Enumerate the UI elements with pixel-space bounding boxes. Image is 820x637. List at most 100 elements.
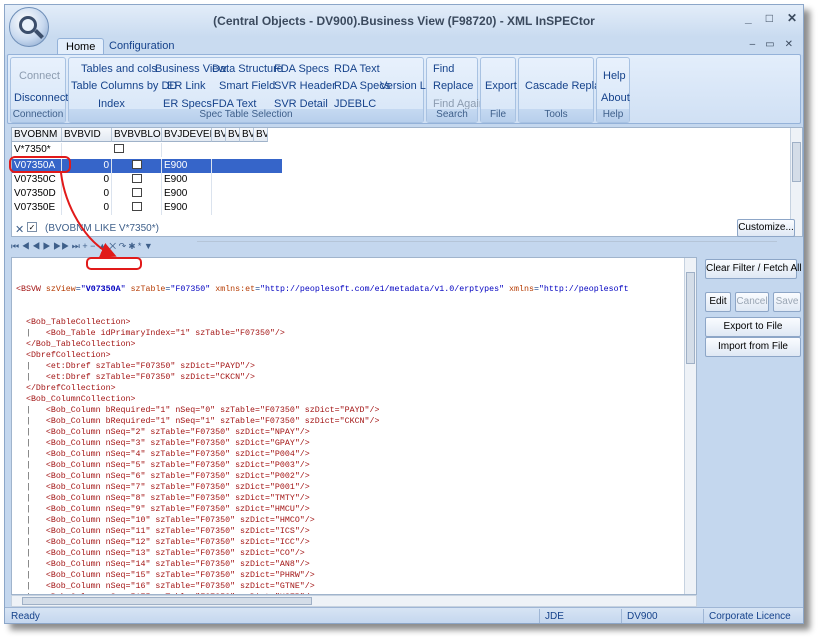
xml-line: | <Bob_Column nSeq="16" szTable="F07350"… — [16, 582, 315, 591]
tab-home[interactable]: Home — [57, 38, 105, 55]
group-label-file: File — [481, 109, 515, 122]
record-navigator: ⏮ ◀ ◀ ▶ ▶▶ ⏭ + − ▲ ✕ ↷ ✱ * ▼ — [11, 241, 791, 253]
connect-button[interactable]: Connect — [19, 70, 60, 82]
find-button[interactable]: Find — [433, 63, 454, 75]
scroll-thumb[interactable] — [792, 142, 801, 182]
ribbon: Connect Disconnect Connection Tables and… — [7, 54, 801, 124]
column-header[interactable]: BVJDEVERS — [162, 128, 212, 142]
navigator-scroll[interactable] — [197, 241, 777, 250]
title-bar: (Central Objects - DV900).Business View … — [5, 5, 803, 37]
edit-button[interactable]: Edit — [705, 292, 731, 312]
xml-line: | <Bob_Column nSeq="7" szTable="F07350" … — [16, 483, 310, 492]
xml-line: <Bob_TableCollection> — [25, 318, 131, 327]
xml-line: | <Bob_Column nSeq="2" szTable="F07350" … — [16, 428, 310, 437]
xml-horizontal-scrollbar[interactable] — [11, 595, 697, 607]
group-help: Help About Help — [596, 57, 630, 123]
xml-viewer[interactable]: <BSVW szView="V07350A" szTable="F07350" … — [11, 257, 697, 595]
filter-bar: ✕ ✓ (BVOBNM LIKE V*7350*) Customize... — [11, 219, 795, 243]
data-structure-button[interactable]: Data Structure — [212, 63, 283, 75]
table-row[interactable]: V07350E 0 E900 — [12, 201, 282, 215]
xml-line: | <et:Dbref szTable="F07350" szDict="CKC… — [16, 373, 255, 382]
mdi-controls: – ▭ ✕ — [750, 39, 793, 50]
clear-filter-icon[interactable]: ✕ — [15, 223, 24, 236]
import-from-file-button[interactable]: Import from File — [705, 337, 801, 357]
customize-button[interactable]: Customize... — [737, 219, 795, 237]
xml-line: | <Bob_Column nSeq="3" szTable="F07350" … — [16, 439, 310, 448]
close-button[interactable]: ✕ — [787, 11, 797, 25]
xml-vertical-scrollbar[interactable] — [684, 258, 696, 594]
mdi-minimize-button[interactable]: – — [750, 39, 756, 50]
xml-line: | <Bob_Column nSeq="14" szTable="F07350"… — [16, 560, 310, 569]
column-header[interactable]: BVOBNM — [12, 128, 62, 142]
filter-expression: (BVOBNM LIKE V*7350*) — [45, 223, 159, 234]
group-label-connection: Connection — [11, 109, 65, 122]
er-link-button[interactable]: ER Link — [167, 80, 206, 92]
filter-cell[interactable]: V*7350* — [12, 143, 62, 157]
blob-icon — [131, 188, 142, 197]
replace-button[interactable]: Replace — [433, 80, 473, 92]
xml-line: | <Bob_Column nSeq="13" szTable="F07350"… — [16, 549, 305, 558]
clear-filter-fetch-all-button[interactable]: Clear Filter / Fetch All — [705, 259, 802, 279]
cell-bvbvid: 0 — [62, 201, 112, 215]
cancel-button[interactable]: Cancel — [735, 292, 769, 312]
cell-bvjdevers: E900 — [162, 173, 212, 187]
column-header[interactable]: BVF — [212, 128, 226, 142]
blob-icon — [131, 160, 142, 169]
table-columns-by-dd-button[interactable]: Table Columns by DD — [71, 80, 177, 92]
xml-line: | <Bob_Column nSeq="4" szTable="F07350" … — [16, 450, 310, 459]
tables-and-cols-button[interactable]: Tables and cols — [81, 63, 157, 75]
group-search: Find Replace Find Again Search — [426, 57, 485, 123]
group-spec-table-selection: Tables and cols Table Columns by DD Inde… — [68, 57, 437, 123]
svr-header-button[interactable]: SVR Header — [274, 80, 336, 92]
filter-checkbox[interactable]: ✓ — [27, 222, 37, 232]
column-header[interactable]: BVF — [240, 128, 254, 142]
navigator-buttons[interactable]: ⏮ ◀ ◀ ▶ ▶▶ ⏭ + − ▲ ✕ ↷ ✱ * ▼ — [11, 241, 153, 251]
tab-configuration[interactable]: Configuration — [101, 38, 182, 55]
column-header[interactable]: BVF — [226, 128, 240, 142]
export-to-file-button[interactable]: Export to File — [705, 317, 801, 337]
xml-line: | <Bob_Column nSeq="12" szTable="F07350"… — [16, 538, 310, 547]
fda-specs-button[interactable]: FDA Specs — [274, 63, 329, 75]
group-label-tools: Tools — [519, 109, 593, 122]
status-text: Ready — [11, 611, 40, 622]
maximize-button[interactable]: □ — [766, 11, 773, 25]
rda-text-button[interactable]: RDA Text — [334, 63, 380, 75]
blob-icon — [131, 202, 142, 211]
annotation-grid-highlight — [9, 156, 71, 173]
xml-line: </DbrefCollection> — [25, 384, 116, 393]
scroll-thumb[interactable] — [686, 272, 695, 364]
save-button[interactable]: Save — [773, 292, 801, 312]
status-licence: Corporate Licence — [709, 611, 791, 622]
annotation-xml-highlight — [86, 257, 142, 270]
cell-bvobnm: V07350D — [12, 187, 62, 201]
window-title: (Central Objects - DV900).Business View … — [213, 14, 595, 28]
column-header[interactable]: BVBVID — [62, 128, 112, 142]
table-row[interactable]: V07350C 0 E900 — [12, 173, 282, 187]
xml-line: | <Bob_Column nSeq="9" szTable="F07350" … — [16, 505, 310, 514]
xml-line: </Bob_TableCollection> — [25, 340, 136, 349]
mdi-close-button[interactable]: ✕ — [785, 39, 793, 50]
about-button[interactable]: About — [601, 92, 630, 104]
disconnect-button[interactable]: Disconnect — [14, 92, 68, 104]
app-menu-button[interactable] — [9, 7, 49, 47]
xml-line: <DbrefCollection> — [25, 351, 111, 360]
status-bar: Ready JDE DV900 Corporate Licence — [5, 607, 803, 623]
export-button[interactable]: Export — [485, 80, 517, 92]
xml-line: | <et:Dbref szTable="F07350" szDict="PAY… — [16, 362, 255, 371]
minimize-button[interactable]: _ — [745, 11, 752, 25]
help-button[interactable]: Help — [603, 70, 626, 82]
cell-bvbvid: 0 — [62, 173, 112, 187]
mdi-restore-button[interactable]: ▭ — [765, 39, 774, 50]
scroll-thumb[interactable] — [22, 597, 312, 605]
xml-line: | <Bob_Column nSeq="15" szTable="F07350"… — [16, 571, 315, 580]
column-header[interactable]: BVBVBLOB — [112, 128, 162, 142]
column-header[interactable]: BVF — [254, 128, 268, 142]
smart-field-button[interactable]: Smart Field — [219, 80, 275, 92]
table-row[interactable]: V07350D 0 E900 — [12, 187, 282, 201]
xml-content: <BSVW szView="V07350A" szTable="F07350" … — [16, 262, 629, 594]
filter-row[interactable]: V*7350* — [12, 143, 282, 157]
xml-line: <Bob_ColumnCollection> — [25, 395, 136, 404]
xml-line: | <Bob_Column nSeq="11" szTable="F07350"… — [16, 527, 310, 536]
group-file: Export File — [480, 57, 517, 123]
action-panel: Clear Filter / Fetch All Edit Cancel Sav… — [703, 257, 803, 595]
